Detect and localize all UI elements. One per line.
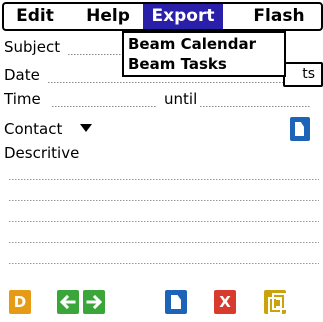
- menu-beam-tasks[interactable]: Beam Tasks: [128, 54, 227, 74]
- delete-icon: X: [219, 293, 231, 311]
- description-line: [9, 242, 319, 243]
- d-icon: D: [13, 293, 27, 311]
- export-dropdown: Beam Calendar Beam Tasks: [122, 31, 286, 77]
- date-selector[interactable]: ts: [283, 62, 323, 87]
- contact-document-icon[interactable]: [290, 117, 310, 141]
- menu-beam-calendar[interactable]: Beam Calendar: [128, 34, 256, 54]
- description-line: [9, 263, 319, 264]
- contact-label: Contact: [4, 120, 63, 138]
- document-icon: [171, 295, 181, 309]
- description-line: [9, 200, 319, 201]
- date-label: Date: [4, 66, 40, 84]
- d-icon-button[interactable]: D: [9, 290, 31, 314]
- menu-help[interactable]: Help: [80, 4, 136, 29]
- document-page-shape: [295, 122, 304, 136]
- arrow-left-icon: [59, 294, 76, 310]
- notes-icon-front: [272, 293, 286, 310]
- menu-export[interactable]: Export: [143, 4, 223, 29]
- description-line: [9, 221, 319, 222]
- arrow-right-icon: [86, 294, 103, 310]
- menu-bar: Edit Help Export Flash: [0, 0, 323, 31]
- contact-dropdown-arrow-icon[interactable]: [80, 124, 92, 132]
- time-start-field[interactable]: [52, 106, 157, 107]
- delete-button[interactable]: X: [214, 290, 236, 314]
- until-label: until: [164, 90, 198, 108]
- subject-label: Subject: [4, 38, 61, 56]
- menu-edit[interactable]: Edit: [9, 4, 61, 29]
- date-field[interactable]: [48, 82, 283, 83]
- next-button[interactable]: [83, 290, 105, 314]
- previous-button[interactable]: [57, 290, 79, 314]
- subject-field[interactable]: [68, 54, 122, 55]
- new-document-button[interactable]: [165, 290, 187, 314]
- descriptive-label: Descritive: [4, 144, 80, 162]
- date-selector-text: ts: [302, 66, 315, 82]
- notes-button[interactable]: [264, 290, 286, 314]
- menu-flash[interactable]: Flash: [248, 4, 310, 29]
- time-end-field[interactable]: [200, 106, 310, 107]
- time-label: Time: [4, 90, 41, 108]
- description-line: [9, 179, 319, 180]
